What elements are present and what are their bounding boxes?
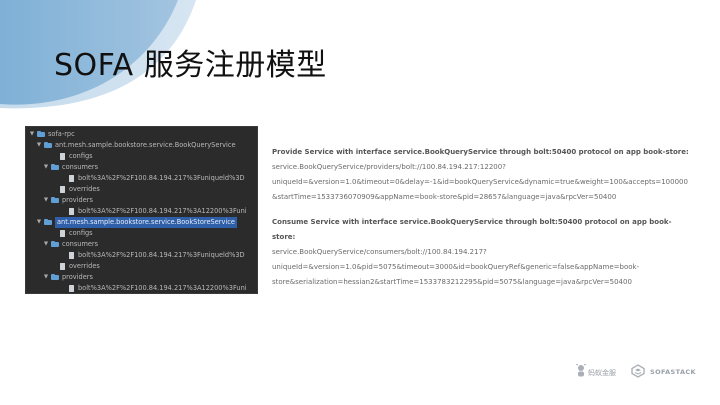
- tree-label: consumers: [62, 240, 99, 248]
- slide: SOFA 服务注册模型 ▼ sofa-rpc ▼ ant.mesh.sample…: [0, 0, 720, 405]
- tree-row-consumers[interactable]: ▼ consumers: [26, 162, 257, 173]
- tree-label: ant.mesh.sample.bookstore.service.BookQu…: [55, 141, 236, 149]
- tree-label: bolt%3A%2F%2F100.84.194.217%3Funiqueld%3…: [78, 174, 245, 182]
- tree-label: overrides: [69, 262, 100, 270]
- folder-icon: [51, 273, 59, 280]
- expand-triangle-icon[interactable]: ▼: [42, 239, 50, 250]
- log-line-heading: Provide Service with interface service.B…: [272, 148, 689, 156]
- log-line: service.BookQueryService/consumers/bolt:…: [272, 248, 487, 256]
- log-line: store&serialization=hessian2&startTime=1…: [272, 278, 632, 286]
- tree-row-consumer-node[interactable]: bolt%3A%2F%2F100.84.194.217%3Funiqueld%3…: [26, 250, 257, 261]
- log-line-heading: store:: [272, 233, 296, 241]
- file-icon: [69, 252, 74, 259]
- ant-financial-logo-icon: [575, 364, 587, 377]
- tree-label: sofa-rpc: [48, 130, 75, 138]
- tree-row-overrides[interactable]: overrides: [26, 261, 257, 272]
- log-line-heading: Consume Service with interface service.B…: [272, 218, 672, 226]
- file-icon: [60, 153, 65, 160]
- tree-label: providers: [62, 273, 93, 281]
- expand-triangle-icon[interactable]: ▼: [35, 217, 43, 228]
- tree-row-root[interactable]: ▼ sofa-rpc: [26, 129, 257, 140]
- sofastack-logo-text: SOFASTACK: [650, 368, 696, 376]
- tree-row-providers[interactable]: ▼ providers: [26, 272, 257, 283]
- folder-icon: [51, 196, 59, 203]
- file-icon: [69, 285, 74, 292]
- expand-triangle-icon[interactable]: ▼: [42, 272, 50, 283]
- tree-row-provider-node[interactable]: bolt%3A%2F%2F100.84.194.217%3A12200%3Fun…: [26, 283, 257, 293]
- tree-label: overrides: [69, 185, 100, 193]
- tree-row-service-selected[interactable]: ▼ ant.mesh.sample.bookstore.service.Book…: [26, 217, 257, 228]
- log-line: &startTime=1533736070909&appName=book-st…: [272, 193, 617, 201]
- folder-icon: [44, 218, 52, 225]
- log-line: uniqueId=&version=1.0&pid=5075&timeout=3…: [272, 263, 640, 271]
- tree-label: bolt%3A%2F%2F100.84.194.217%3A12200%3Fun…: [78, 207, 247, 215]
- expand-triangle-icon[interactable]: ▼: [35, 140, 43, 151]
- tree-label: configs: [69, 152, 93, 160]
- tree-label: providers: [62, 196, 93, 204]
- tree-row-consumers[interactable]: ▼ consumers: [26, 239, 257, 250]
- tree-label: bolt%3A%2F%2F100.84.194.217%3Funiqueld%3…: [78, 251, 245, 259]
- tree-row-configs[interactable]: configs: [26, 151, 257, 162]
- log-line: uniqueId=&version=1.0&timeout=0&delay=-1…: [272, 178, 688, 186]
- file-icon: [60, 230, 65, 237]
- tree-label: bolt%3A%2F%2F100.84.194.217%3A12200%3Fun…: [78, 284, 247, 292]
- folder-icon: [44, 141, 52, 148]
- folder-icon: [51, 240, 59, 247]
- tree-row-overrides[interactable]: overrides: [26, 184, 257, 195]
- tree-row-service[interactable]: ▼ ant.mesh.sample.bookstore.service.Book…: [26, 140, 257, 151]
- tree-label: consumers: [62, 163, 99, 171]
- tree-row-consumer-node[interactable]: bolt%3A%2F%2F100.84.194.217%3Funiqueld%3…: [26, 173, 257, 184]
- zookeeper-tree-panel: ▼ sofa-rpc ▼ ant.mesh.sample.bookstore.s…: [25, 126, 258, 294]
- tree-label: configs: [69, 229, 93, 237]
- file-icon: [60, 186, 65, 193]
- log-line: service.BookQueryService/providers/bolt:…: [272, 163, 506, 171]
- file-icon: [60, 263, 65, 270]
- expand-triangle-icon[interactable]: ▼: [42, 162, 50, 173]
- folder-icon: [37, 130, 45, 137]
- tree-row-configs[interactable]: configs: [26, 228, 257, 239]
- ant-financial-logo-text: 蚂蚁金服: [588, 369, 616, 377]
- expand-triangle-icon[interactable]: ▼: [42, 195, 50, 206]
- slide-title: SOFA 服务注册模型: [54, 48, 327, 83]
- expand-triangle-icon[interactable]: ▼: [28, 129, 36, 140]
- sofastack-logo-icon: [631, 364, 645, 378]
- tree-label-selected: ant.mesh.sample.bookstore.service.BookSt…: [55, 217, 237, 228]
- file-icon: [69, 208, 74, 215]
- tree-row-providers[interactable]: ▼ providers: [26, 195, 257, 206]
- file-icon: [69, 175, 74, 182]
- tree-row-provider-node[interactable]: bolt%3A%2F%2F100.84.194.217%3A12200%3Fun…: [26, 206, 257, 217]
- folder-icon: [51, 163, 59, 170]
